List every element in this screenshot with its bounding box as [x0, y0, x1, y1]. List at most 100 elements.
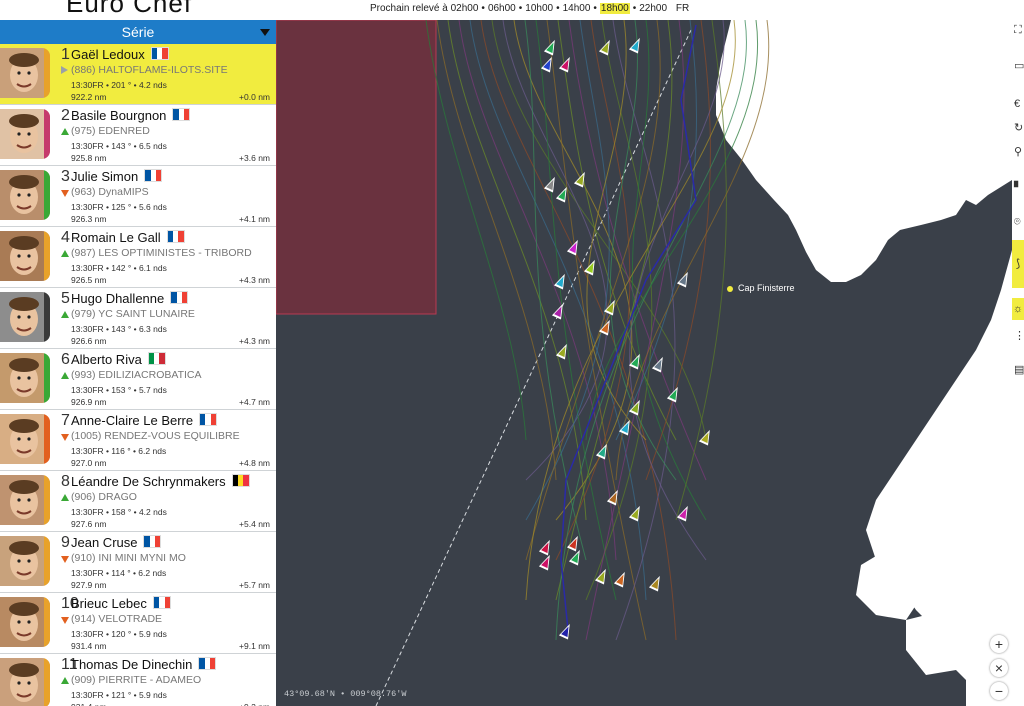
italy-flag-icon [147, 352, 166, 365]
ranking-row[interactable]: 9 Jean Cruse (910) INI MINI MYNI MO 13:30FR… [0, 532, 276, 593]
schedule-time: 02h00 [450, 3, 479, 14]
schedule-time: 06h00 [487, 3, 516, 14]
rank-trend-icon [61, 66, 68, 74]
skipper-rank: 8 [61, 473, 70, 490]
ranking-row[interactable]: 7 Anne-Claire Le Berre (1005) RENDEZ-VOUS … [0, 410, 276, 471]
skipper-name: Alberto Riva [71, 352, 166, 367]
distance-to-leader: +5.7 nm [239, 580, 270, 590]
pin-icon[interactable]: ⌾ [1014, 216, 1021, 228]
boat-marker[interactable] [698, 428, 714, 446]
distance-to-leader: +0.0 nm [239, 92, 270, 102]
rank-trend-icon [61, 250, 69, 257]
boat-marker[interactable] [573, 170, 589, 188]
refresh-icon[interactable]: ↻ [1014, 122, 1023, 134]
settings-icon[interactable]: ⋮ [1014, 330, 1024, 342]
rank-trend-icon [61, 190, 69, 197]
zoom-in-button[interactable]: + [990, 635, 1008, 653]
skipper-name: Léandre De Schrynmakers [71, 474, 250, 489]
distance-to-leader: +4.7 nm [239, 397, 270, 407]
france-flag-icon [150, 47, 169, 60]
chevron-down-icon[interactable] [260, 29, 270, 36]
exclusion-zone [276, 20, 437, 315]
tool-icon[interactable]: ▘ [1014, 182, 1022, 194]
distance-to-finish: 922.2 nm [71, 92, 107, 102]
boat-marker[interactable] [666, 385, 682, 403]
ranking-row[interactable]: 1 Gaël Ledoux (886) HALTOFLAME-ILOTS.SITE 1… [0, 44, 276, 105]
belgium-flag-icon [231, 474, 250, 487]
ranking-row[interactable]: 3 Julie Simon (963) DynaMIPS 13:30FR • 125 … [0, 166, 276, 227]
france-flag-icon [144, 169, 163, 182]
schedule-time: 14h00 [562, 3, 591, 14]
distance-to-leader: +4.1 nm [239, 214, 270, 224]
boat-marker[interactable] [558, 55, 574, 73]
skipper-avatar [0, 475, 50, 525]
boat-marker[interactable] [628, 504, 644, 522]
wind-icon[interactable]: € [1014, 98, 1020, 110]
ranking-row[interactable]: 10 Brieuc Lebec (914) VELOTRADE 13:30FR • 1… [0, 593, 276, 654]
skipper-avatar [0, 536, 50, 586]
distance-to-finish: 926.5 nm [71, 275, 107, 285]
skipper-rank: 9 [61, 534, 70, 551]
reset-view-button[interactable]: × [990, 659, 1008, 677]
coast-north [716, 20, 1012, 282]
rank-trend-icon [61, 494, 69, 501]
skipper-rank: 4 [61, 229, 70, 246]
ranking-row[interactable]: 11 Thomas De Dinechin (909) PIERRITE - ADA… [0, 654, 276, 706]
distance-to-leader: +4.8 nm [239, 458, 270, 468]
race-map[interactable] [276, 20, 1012, 706]
boat-marker[interactable] [543, 175, 559, 193]
sun-icon[interactable]: ☼ [1012, 298, 1024, 320]
ranking-row[interactable]: 5 Hugo Dhallenne (979) YC SAINT LUNAIRE 13:… [0, 288, 276, 349]
skipper-avatar [0, 658, 50, 706]
map-canvas[interactable] [276, 20, 1012, 706]
boat-info: 13:30FR • 143 ° • 6.3 nds [71, 324, 167, 334]
boat-marker[interactable] [538, 553, 554, 571]
ranking-row[interactable]: 2 Basile Bourgnon (975) EDENRED 13:30FR • 1… [0, 105, 276, 166]
boat-marker[interactable] [540, 55, 556, 73]
distance-to-leader: +4.3 nm [239, 275, 270, 285]
ranking-row[interactable]: 6 Alberto Riva (993) EDILIZIACROBATICA 13:3… [0, 349, 276, 410]
rank-trend-icon [61, 677, 69, 684]
boat-marker[interactable] [568, 548, 584, 566]
track-icon[interactable]: ⟆ [1012, 240, 1024, 288]
boat-marker[interactable] [651, 355, 667, 373]
measure-icon[interactable]: ⚲ [1014, 146, 1022, 158]
distance-to-leader: +4.3 nm [239, 336, 270, 346]
boat-marker[interactable] [583, 258, 599, 276]
skipper-avatar [0, 170, 50, 220]
distance-to-leader: +3.6 nm [239, 153, 270, 163]
series-title: Série [121, 24, 155, 40]
boat-name: (975) EDENRED [71, 125, 150, 137]
boat-marker[interactable] [558, 622, 574, 640]
boat-marker[interactable] [598, 38, 614, 56]
boat-track [612, 20, 676, 641]
ranking-row[interactable]: 8 Léandre De Schrynmakers (906) DRAGO 13:30… [0, 471, 276, 532]
print-icon[interactable]: ▤ [1014, 364, 1024, 376]
boat-info: 13:30FR • 158 ° • 4.2 nds [71, 507, 167, 517]
distance-to-finish: 927.6 nm [71, 519, 107, 529]
boat-info: 13:30FR • 153 ° • 5.7 nds [71, 385, 167, 395]
boat-marker[interactable] [648, 574, 664, 592]
boat-name: (987) LES OPTIMINISTES - TRIBORD [71, 247, 252, 259]
france-flag-icon [172, 108, 191, 121]
boat-marker[interactable] [594, 567, 610, 585]
france-flag-icon [198, 657, 217, 670]
boat-marker[interactable] [613, 570, 629, 588]
boat-marker[interactable] [538, 538, 554, 556]
boat-marker[interactable] [543, 38, 559, 56]
france-flag-icon [152, 596, 171, 609]
distance-to-finish: 926.6 nm [71, 336, 107, 346]
skipper-avatar [0, 597, 50, 647]
cape-marker [727, 286, 733, 292]
fullscreen-icon[interactable]: ⛶ [1014, 24, 1022, 36]
distance-to-finish: 931.4 nm [71, 702, 106, 706]
ranking-row[interactable]: 4 Romain Le Gall (987) LES OPTIMINISTES - … [0, 227, 276, 288]
france-flag-icon [199, 413, 218, 426]
skipper-name: Gaël Ledoux [71, 47, 169, 62]
series-selector[interactable]: Série [0, 20, 276, 44]
boat-name: (963) DynaMIPS [71, 186, 149, 198]
layers-icon[interactable]: ▭ [1014, 60, 1024, 72]
zoom-out-button[interactable]: − [990, 682, 1008, 700]
boat-marker[interactable] [553, 272, 569, 290]
boat-info: 13:30FR • 120 ° • 5.9 nds [71, 629, 167, 639]
